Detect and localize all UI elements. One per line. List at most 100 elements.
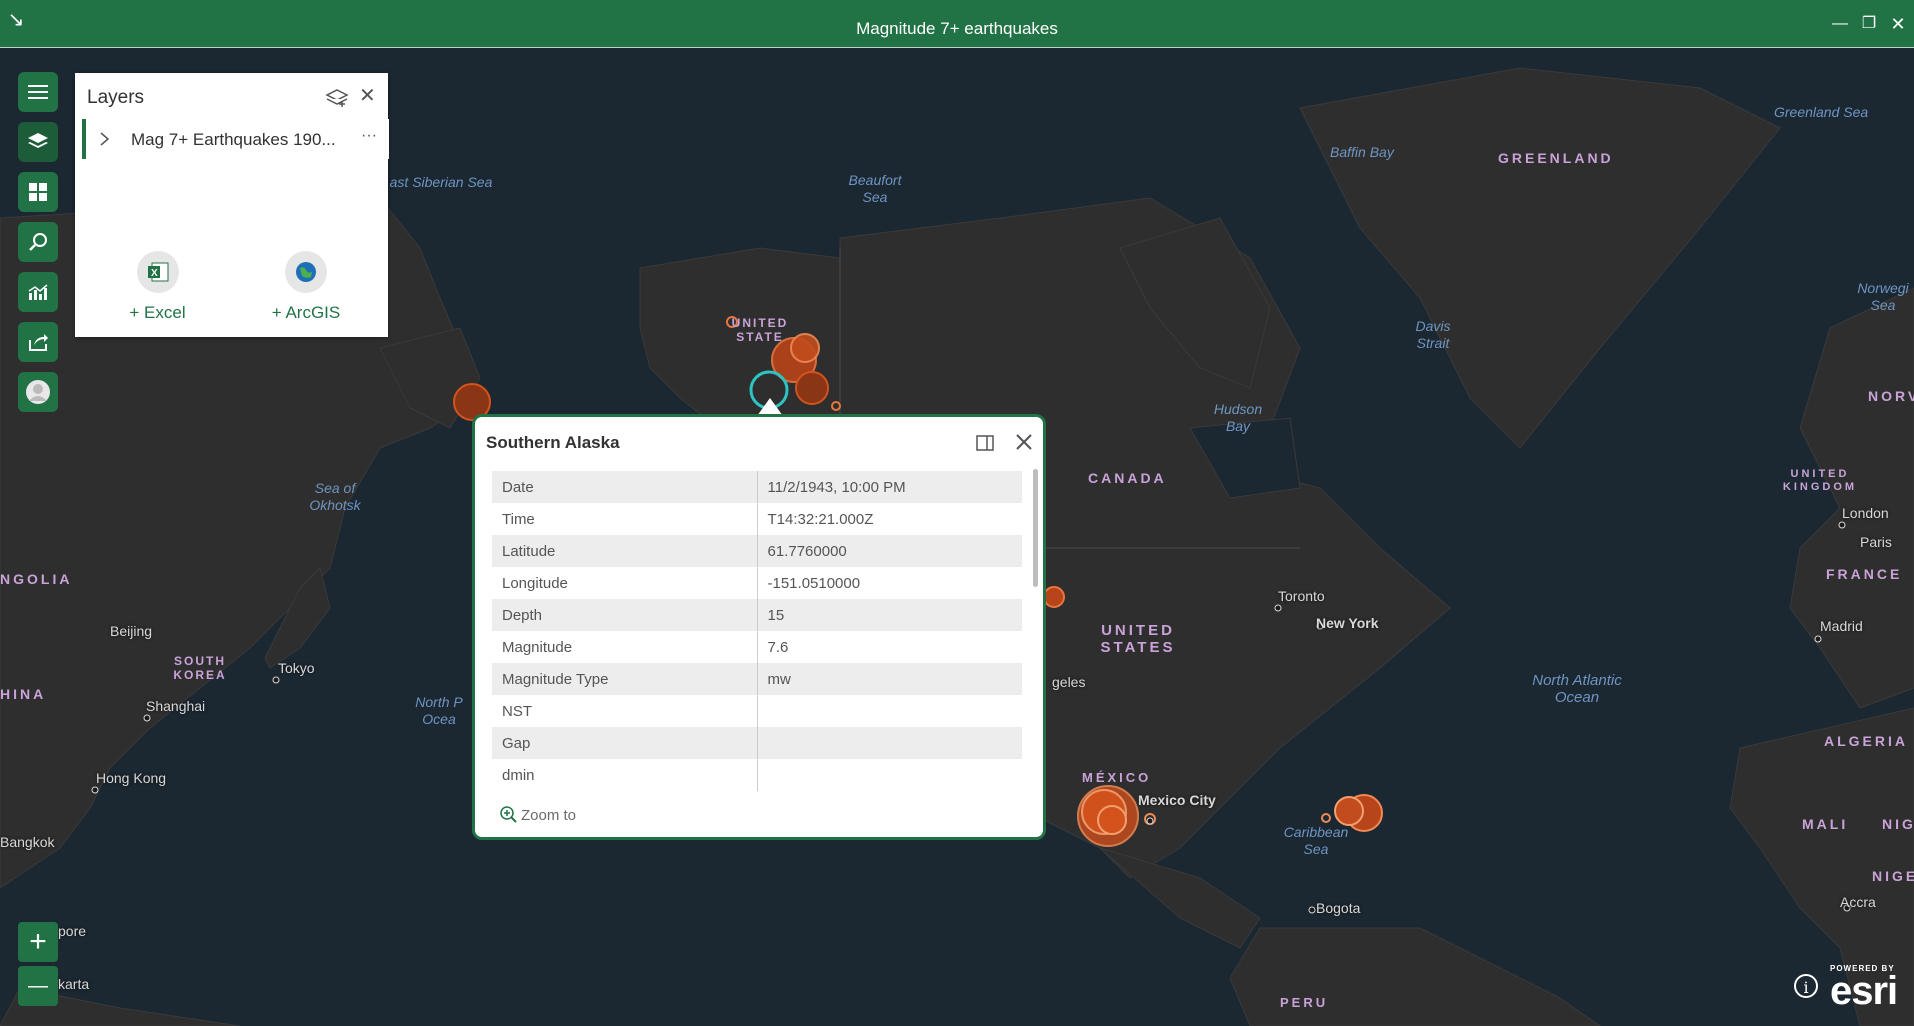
attribute-row: Date 11/2/1943, 10:00 PM [492,471,1022,503]
france-label: FRANCE [1826,566,1903,582]
zoom-in-icon [500,806,517,823]
attribute-field: dmin [492,759,758,791]
attribute-value: 7.6 [767,638,789,656]
beijing-label: Beijing [110,623,153,639]
toronto-label: Toronto [1278,588,1325,604]
info-icon[interactable]: i [1794,974,1818,998]
attribute-field: Date [492,471,758,503]
share-button[interactable] [18,322,58,362]
china-label: HINA [0,686,47,702]
search-icon [29,233,47,251]
chart-icon [28,284,48,300]
mali-label: MALI [1802,816,1849,832]
mongolia-label: NGOLIA [0,571,73,587]
zoom-in-button[interactable]: + [18,922,58,962]
svg-text:X: X [151,268,158,279]
esri-logo: POWERED BY esri [1830,964,1898,1013]
davis-strait-label: Davis Strait [1415,318,1451,351]
hudson-bay-label: Hudson Bay [1213,401,1263,434]
search-button[interactable] [18,222,58,262]
minimize-button[interactable]: — [1826,10,1854,38]
account-button[interactable] [18,372,58,412]
mexico-city-label: Mexico City [1138,792,1216,808]
attribute-table: Date 11/2/1943, 10:00 PM Time T14:32:21.000… [492,471,1022,791]
united-states-label: UNITED STATES [1100,622,1176,656]
map-toolbar [18,72,60,422]
zoom-to-label: Zoom to [521,807,577,824]
bangkok-label: Bangkok [0,834,55,850]
close-button[interactable]: ✕ [1884,10,1912,38]
arcgis-globe-icon [285,251,327,293]
popup-scrollbar[interactable] [1033,469,1038,587]
attribute-value: T14:32:21.000Z [767,510,874,528]
layers-icon [28,133,48,148]
close-panel-icon[interactable]: ✕ [359,83,376,108]
united-states-alaska-label: UNITED STATE [731,316,789,344]
menu-button[interactable] [18,72,58,112]
layers-button[interactable] [18,122,58,162]
sea-of-okhotsk-label: Sea of Okhotsk [309,480,361,513]
accra-label: Accra [1840,894,1876,910]
basemap-grid-icon [29,183,47,201]
norway-label: NORV [1868,388,1914,404]
dock-icon[interactable] [976,435,994,451]
attribute-field: Time [492,503,758,535]
north-atlantic-label: North Atlantic Ocean [1532,672,1622,706]
attribute-row: Latitude 61.7760000 [492,535,1022,567]
zoom-out-button[interactable]: — [18,966,58,1006]
layer-item[interactable]: Mag 7+ Earthquakes 190... ··· [82,119,389,159]
more-options-icon[interactable]: ··· [361,127,377,145]
excel-icon: X [136,251,179,293]
analysis-button[interactable] [18,272,58,312]
window-titlebar: ↘ Magnitude 7+ earthquakes — ❐ ✕ [0,0,1914,48]
baffin-bay-label: Baffin Bay [1330,144,1394,160]
shanghai-label: Shanghai [146,698,206,714]
share-icon [29,334,48,351]
singapore-label: pore [58,923,87,939]
attribute-row: NST [492,695,1022,727]
chevron-right-icon[interactable] [98,131,110,147]
avatar-icon [26,380,50,404]
attribute-field: Depth [492,599,758,631]
layers-panel: Layers ✕ Mag 7+ Earthquakes 190... ··· X… [75,73,389,337]
feature-popup: Southern Alaska Date 11/2/1943, 10:00 PM T… [472,414,1046,840]
bogota-label: Bogota [1316,900,1361,916]
basemap-button[interactable] [18,172,58,212]
new-york-label: New York [1316,615,1379,631]
algeria-label: ALGERIA [1824,733,1908,749]
restore-button[interactable]: ❐ [1855,10,1883,38]
attribute-value [757,727,1022,759]
attribute-value: 11/2/1943, 10:00 PM [757,471,1022,503]
beaufort-sea-label: Beaufort Sea [848,172,902,205]
hong-kong-label: Hong Kong [96,770,167,786]
esri-brand: esri [1830,969,1898,1013]
add-arcgis-label: + ArcGIS [271,303,341,322]
tokyo-label: Tokyo [278,660,315,676]
attribute-value: 61.7760000 [757,535,1022,567]
attribute-field: Longitude [492,567,758,599]
popup-pointer [757,398,783,416]
nigeria-label: NIGE [1872,868,1914,884]
attribute-value: -151.0510000 [767,574,861,592]
canada-label: CANADA [1088,470,1167,486]
attribute-field: Gap [492,727,758,759]
north-pacific-label: North P Ocea [415,694,463,727]
attribute-row: Longitude -151.0510000 [492,567,1022,599]
add-arcgis-button[interactable]: + ArcGIS [256,251,356,323]
peru-label: PERU [1280,995,1329,1010]
united-kingdom-label: UNITED KINGDOM [1782,468,1858,493]
add-excel-label: + Excel [129,303,186,322]
close-popup-icon[interactable] [1015,433,1033,451]
add-excel-button[interactable]: X + Excel [115,251,200,323]
attribute-field: Magnitude Type [492,663,758,695]
greenland-label: GREENLAND [1498,150,1614,166]
layers-panel-title: Layers [87,87,145,108]
zoom-to-button[interactable]: Zoom to [499,805,576,824]
attribute-row: Magnitude 7.6 [492,631,1022,663]
attribute-row: Magnitude Type mw [492,663,1022,695]
london-label: London [1842,505,1889,521]
niger-label: NIG [1882,816,1914,832]
attribute-row: dmin [492,759,1022,791]
layers-stack-icon[interactable] [325,87,349,109]
attribute-row: Depth 15 [492,599,1022,631]
